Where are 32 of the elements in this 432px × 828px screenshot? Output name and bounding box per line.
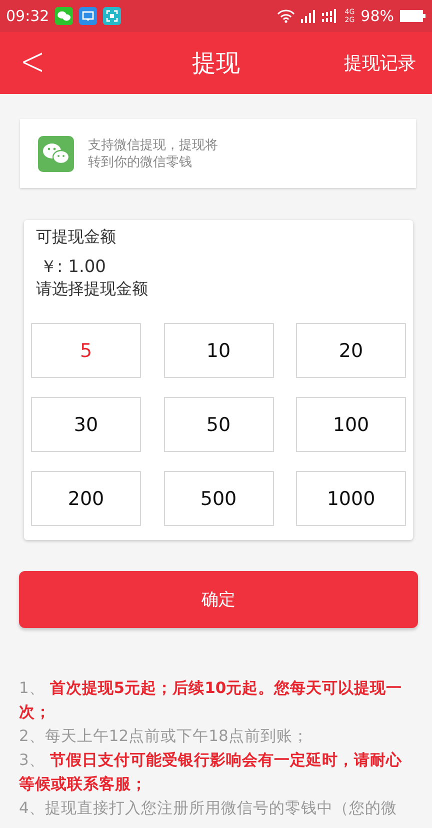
amount-option[interactable]: 30 <box>31 397 141 452</box>
amount-option[interactable]: 200 <box>31 471 141 526</box>
page-title: 提现 <box>192 49 240 77</box>
balance-label: 可提现金额 <box>36 226 117 248</box>
amount-prompt: 请选择提现金额 <box>36 278 149 300</box>
amount-option[interactable]: 20 <box>296 323 406 378</box>
note-text: 3、 节假日支付可能受银行影响会有一定延时，请耐心等候或联系客服； <box>19 750 403 795</box>
signal-icon <box>300 9 316 23</box>
note-text: 1、 首次提现5元起；后续10元起。您每天可以提现一次； <box>19 678 404 723</box>
back-button[interactable]: < <box>14 44 52 82</box>
battery-icon <box>400 10 426 22</box>
wifi-icon <box>276 9 295 23</box>
withdrawal-history-link[interactable]: 提现记录 <box>340 47 420 79</box>
amount-option[interactable]: 1000 <box>296 471 406 526</box>
amount-option[interactable]: 500 <box>164 471 274 526</box>
chat-bubbles-icon <box>55 7 74 25</box>
note-text: 2、每天上午12点前或下午18点前到账； <box>19 726 310 747</box>
note-text: 4、提现直接打入您注册所用微信号的零钱中（您的微 <box>19 798 398 819</box>
confirm-button[interactable]: 确定 <box>19 571 418 628</box>
message-icon <box>79 7 98 25</box>
scan-icon <box>103 7 122 25</box>
payment-method-text: 支持微信提现，提现将 <box>88 136 218 154</box>
payment-method-text: 转到你的微信零钱 <box>88 154 193 170</box>
amount-option[interactable]: 10 <box>164 323 274 378</box>
amount-option[interactable]: 50 <box>164 397 274 452</box>
battery-percent: 98% <box>360 7 394 25</box>
clock: 09:32 <box>6 7 50 25</box>
signal-icon <box>320 9 339 23</box>
balance-value: ￥: 1.00 <box>40 256 107 278</box>
amount-option[interactable]: 5 <box>31 323 141 378</box>
chat-bubbles-icon <box>38 136 74 172</box>
amount-option[interactable]: 100 <box>296 397 406 452</box>
